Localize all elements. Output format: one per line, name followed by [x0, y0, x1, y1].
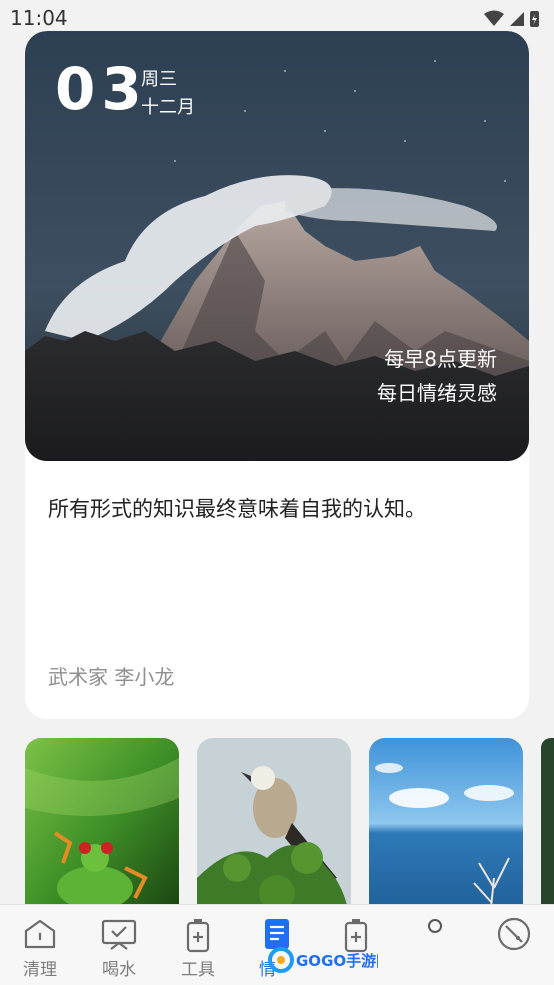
quote-text: 所有形式的知识最终意味着自我的认知。 — [48, 497, 426, 521]
thumbnail-bird[interactable] — [197, 738, 351, 928]
date-month: 十二月 — [141, 97, 195, 118]
nav-item-circle[interactable] — [395, 905, 475, 985]
thumbnail-next-edge[interactable] — [541, 738, 554, 928]
daily-inspiration-card[interactable]: 03 周三 十二月 每早8点更新 每日情绪灵感 所有形式的知识最终意味着自我的认… — [25, 31, 529, 719]
compass-icon — [497, 917, 531, 951]
nav-item-tools[interactable]: 工具 — [158, 905, 238, 985]
date-weekday: 周三 — [141, 69, 177, 90]
wifi-signal-battery-icon — [484, 10, 539, 27]
nav-label-water: 喝水 — [102, 960, 136, 980]
update-subtitle-text: 每日情绪灵感 — [377, 381, 497, 405]
nav-item-compass[interactable] — [474, 905, 554, 985]
date-day: 03 — [55, 55, 148, 123]
nav-item-cleanup[interactable]: 清理 — [0, 905, 80, 985]
circle-icon — [428, 919, 442, 933]
thumbnail-sea[interactable] — [369, 738, 523, 928]
watermark-logo: GOGO手游网 — [268, 946, 391, 974]
nav-label-cleanup: 清理 — [23, 960, 57, 980]
update-schedule-text: 每早8点更新 — [384, 347, 497, 371]
thumbnail-frog[interactable] — [25, 738, 179, 928]
nav-label-tools: 工具 — [181, 960, 215, 980]
water-icon — [101, 919, 137, 950]
status-time: 11:04 — [10, 6, 68, 30]
watermark-text: GOGO手游网 — [296, 952, 378, 970]
cleanup-icon — [24, 919, 56, 949]
tools-icon — [186, 919, 210, 953]
nav-item-water[interactable]: 喝水 — [79, 905, 159, 985]
quote-author: 武术家 李小龙 — [48, 665, 175, 689]
